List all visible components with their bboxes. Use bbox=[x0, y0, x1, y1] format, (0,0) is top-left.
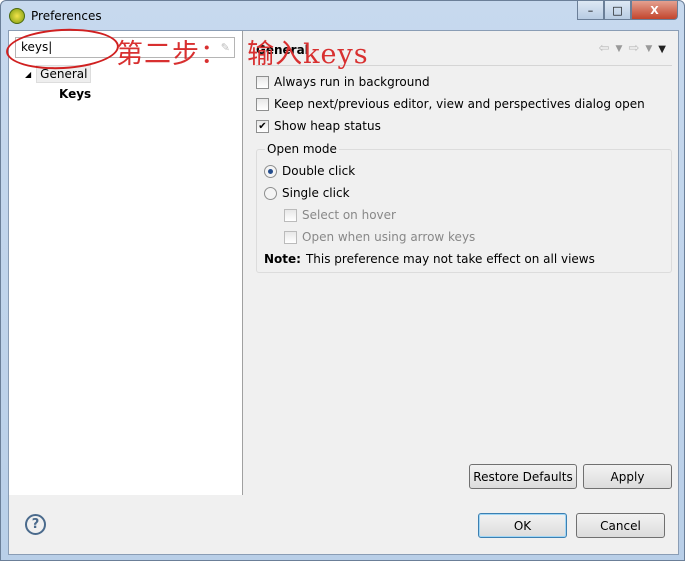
checkbox[interactable] bbox=[284, 230, 297, 244]
forward-dropdown-icon[interactable]: ▼ bbox=[645, 41, 652, 56]
tree-item-keys[interactable]: Keys bbox=[25, 84, 91, 104]
checkbox[interactable] bbox=[284, 208, 297, 222]
checkbox-label: Keep next/previous editor, view and pers… bbox=[274, 97, 645, 111]
checkbox[interactable] bbox=[256, 97, 269, 111]
select-on-hover-checkbox[interactable]: Select on hover bbox=[284, 206, 396, 224]
checkbox-label: Show heap status bbox=[274, 119, 381, 133]
annotation-text: 第二步： 输入keys bbox=[116, 39, 369, 70]
preference-page: General ⇦ ▼ ⇨ ▼ ▼ Always run in background… bbox=[244, 31, 678, 495]
group-label: Open mode bbox=[265, 142, 339, 156]
minimize-button[interactable]: – bbox=[577, 1, 604, 20]
window-title: Preferences bbox=[31, 9, 102, 23]
preference-tree-pane: keys| ✎ ◢ General Keys bbox=[9, 31, 243, 495]
apply-button[interactable]: Apply bbox=[583, 464, 672, 489]
view-menu-icon[interactable]: ▼ bbox=[658, 41, 666, 56]
close-button[interactable]: X bbox=[631, 1, 678, 20]
note: Note: This preference may not take effect… bbox=[264, 250, 595, 268]
checkbox-label: Open when using arrow keys bbox=[302, 230, 476, 244]
restore-defaults-button[interactable]: Restore Defaults bbox=[469, 464, 577, 489]
always-run-background-checkbox[interactable]: Always run in background bbox=[256, 73, 430, 91]
single-click-radio[interactable]: Single click bbox=[264, 184, 350, 202]
back-arrow-icon[interactable]: ⇦ bbox=[599, 41, 610, 56]
help-icon[interactable]: ? bbox=[25, 514, 46, 535]
checkbox[interactable] bbox=[256, 75, 269, 89]
title-bar: Preferences bbox=[9, 6, 102, 26]
radio-selected[interactable] bbox=[264, 164, 277, 178]
expand-triangle-icon[interactable]: ◢ bbox=[25, 70, 31, 79]
cancel-button[interactable]: Cancel bbox=[576, 513, 665, 538]
maximize-button[interactable]: □ bbox=[604, 1, 631, 20]
note-label: Note: bbox=[264, 252, 301, 266]
open-mode-group: Open mode Double click Single click Sele… bbox=[256, 142, 672, 273]
keep-dialog-open-checkbox[interactable]: Keep next/previous editor, view and pers… bbox=[256, 95, 645, 113]
checkbox-label: Select on hover bbox=[302, 208, 396, 222]
radio-label: Double click bbox=[282, 164, 356, 178]
forward-arrow-icon[interactable]: ⇨ bbox=[628, 41, 639, 56]
arrow-keys-checkbox[interactable]: Open when using arrow keys bbox=[284, 228, 475, 246]
radio[interactable] bbox=[264, 186, 277, 200]
checkbox-checked[interactable]: ✔ bbox=[256, 119, 269, 133]
back-dropdown-icon[interactable]: ▼ bbox=[616, 41, 623, 56]
show-heap-status-checkbox[interactable]: ✔ Show heap status bbox=[256, 117, 381, 135]
eclipse-icon bbox=[9, 8, 25, 24]
radio-label: Single click bbox=[282, 186, 350, 200]
double-click-radio[interactable]: Double click bbox=[264, 162, 355, 180]
preferences-window: Preferences – □ X keys| ✎ ◢ General Keys G… bbox=[0, 0, 685, 561]
checkbox-label: Always run in background bbox=[274, 75, 430, 89]
ok-button[interactable]: OK bbox=[478, 513, 567, 538]
note-text: This preference may not take effect on a… bbox=[305, 252, 595, 266]
